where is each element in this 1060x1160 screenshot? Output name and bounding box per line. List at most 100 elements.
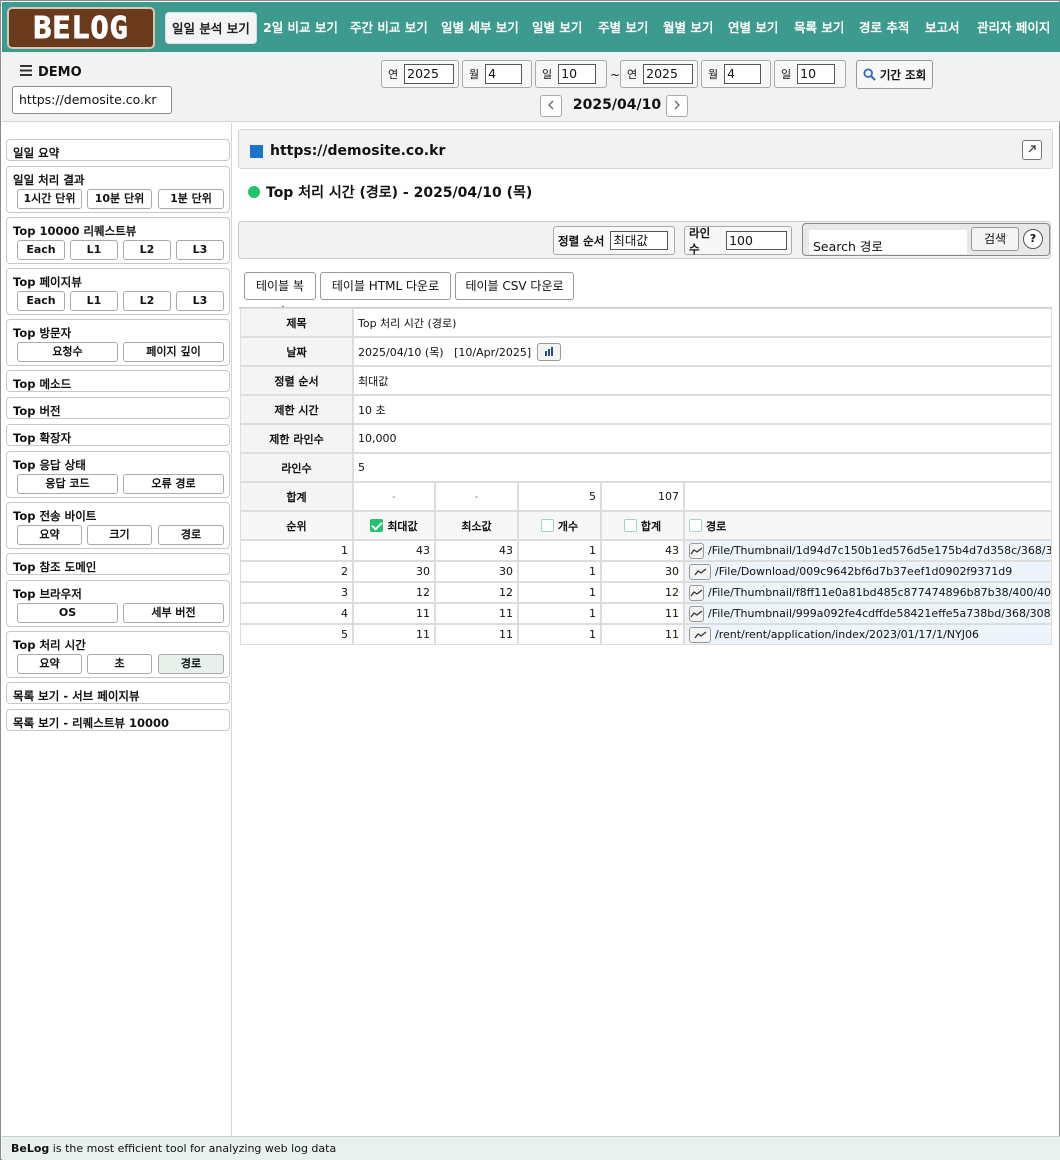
column-header-max-label: 최대값 <box>387 519 418 533</box>
count-checkbox[interactable] <box>540 519 554 532</box>
tab-daily[interactable]: 일별 보기 <box>532 12 582 44</box>
copy-table-button[interactable]: 테이블 복사 <box>244 272 316 319</box>
top-time-seconds-button[interactable]: 초 <box>87 654 152 674</box>
column-header-rank[interactable]: 순위 <box>240 511 353 540</box>
top-bytes-summary-button[interactable]: 요약 <box>17 525 82 545</box>
prev-date-button[interactable] <box>540 95 562 117</box>
path-link[interactable]: /File/Download/009c9642bf6d7b37eef1d0902… <box>715 565 1012 578</box>
download-csv-button[interactable]: 테이블 CSV 다운로드 <box>455 272 574 319</box>
tab-weekly[interactable]: 주별 보기 <box>598 12 648 44</box>
daily-chart-button[interactable] <box>537 342 562 361</box>
top-status-code-button[interactable]: 응답 코드 <box>17 474 118 494</box>
tab-monthly[interactable]: 월별 보기 <box>663 12 713 44</box>
sidebar-daily-summary[interactable]: 일일 요약 <box>6 139 230 161</box>
trend-icon <box>693 567 706 575</box>
top-pageview-l3-button[interactable]: L3 <box>176 291 224 311</box>
top-request-l2-button[interactable]: L2 <box>123 240 171 260</box>
search-input[interactable]: Search 경로 <box>809 230 967 254</box>
menu-icon[interactable] <box>20 65 32 80</box>
site-menu[interactable]: DEMO <box>20 65 82 80</box>
column-header-count[interactable]: 개수 <box>518 511 601 540</box>
top-request-each-button[interactable]: Each <box>17 240 65 260</box>
sidebar-top-extension[interactable]: Top 확장자 <box>6 424 230 446</box>
to-day-label: 일 <box>781 68 792 81</box>
daily-result-10min-button[interactable]: 10분 단위 <box>87 189 152 209</box>
top-visitor-depth-button[interactable]: 페이지 깊이 <box>123 342 224 362</box>
tab-list[interactable]: 목록 보기 <box>794 12 844 44</box>
next-date-button[interactable] <box>666 95 688 117</box>
path-checkbox[interactable] <box>689 519 702 532</box>
table-row[interactable]: 1 43 43 1 43/File/Thumbnail/1d94d7c150b1ed57… <box>240 540 1053 561</box>
top-bytes-size-button[interactable]: 크기 <box>87 525 152 545</box>
from-year-input[interactable]: 2025 <box>404 64 454 84</box>
path-chart-button[interactable] <box>689 605 704 622</box>
site-url-select[interactable]: https://demosite.co.kr <box>12 86 172 114</box>
site-title: https://demosite.co.kr <box>270 143 446 159</box>
to-day-input[interactable]: 10 <box>797 64 836 84</box>
to-month-input[interactable]: 4 <box>724 64 762 84</box>
tab-yearly[interactable]: 연별 보기 <box>728 12 778 44</box>
daily-result-1min-button[interactable]: 1분 단위 <box>158 189 224 209</box>
period-search-button[interactable]: 기간 조회 <box>856 60 933 89</box>
path-chart-button[interactable] <box>689 584 704 601</box>
top-time-summary-button[interactable]: 요약 <box>17 654 82 674</box>
max-checkbox[interactable] <box>370 519 384 532</box>
top-status-error-path-button[interactable]: 오류 경로 <box>123 474 224 494</box>
table-row[interactable]: 3 12 12 1 12/File/Thumbnail/f8ff11e0a81bd485… <box>240 582 1053 603</box>
top-browser-version-button[interactable]: 세부 버전 <box>123 603 224 623</box>
column-header-max[interactable]: 최대값 <box>353 511 435 540</box>
path-chart-button[interactable] <box>689 626 711 643</box>
top-time-path-button[interactable]: 경로 <box>158 654 224 674</box>
sidebar-top-method[interactable]: Top 메소드 <box>6 370 230 392</box>
table-row[interactable]: 5 11 11 1 11/rent/rent/application/index/202… <box>240 624 1053 645</box>
column-header-sum[interactable]: 합계 <box>601 511 684 540</box>
sidebar-top-referer[interactable]: Top 참조 도메인 <box>6 553 230 575</box>
path-link[interactable]: /rent/rent/application/index/2023/01/17/… <box>715 628 979 641</box>
from-day-group: 일 10 <box>535 60 607 88</box>
tab-weekly-compare[interactable]: 주간 비교 보기 <box>350 12 428 44</box>
top-bytes-path-button[interactable]: 경로 <box>158 525 224 545</box>
help-button[interactable]: ? <box>1023 229 1043 249</box>
tab-path-trace[interactable]: 경로 추적 <box>859 12 909 44</box>
top-visitor-requests-button[interactable]: 요청수 <box>17 342 118 362</box>
info-value: 최대값 <box>353 366 1052 395</box>
tab-daily-analysis[interactable]: 일일 분석 보기 <box>165 12 257 44</box>
line-count-input[interactable]: 100 <box>726 231 787 250</box>
sidebar-list-request[interactable]: 목록 보기 - 리퀘스트뷰 10000 <box>6 709 230 731</box>
column-header-min[interactable]: 최소값 <box>435 511 518 540</box>
top-pageview-each-button[interactable]: Each <box>17 291 65 311</box>
top-browser-os-button[interactable]: OS <box>17 603 118 623</box>
top-pageview-l1-button[interactable]: L1 <box>70 291 118 311</box>
daily-result-1hour-button[interactable]: 1시간 단위 <box>17 189 82 209</box>
line-count-label: 라인수 <box>689 225 711 256</box>
top-request-l1-button[interactable]: L1 <box>70 240 118 260</box>
tab-admin[interactable]: 관리자 페이지 <box>977 12 1050 44</box>
path-chart-button[interactable] <box>689 563 711 580</box>
external-link-button[interactable] <box>1022 140 1042 160</box>
top-pageview-l2-button[interactable]: L2 <box>123 291 171 311</box>
from-month-input[interactable]: 4 <box>485 64 523 84</box>
sum-checkbox[interactable] <box>623 519 637 532</box>
table-row[interactable]: 4 11 11 1 11/File/Thumbnail/999a092fe4cdffde… <box>240 603 1053 624</box>
sidebar-list-subpage[interactable]: 목록 보기 - 서브 페이지뷰 <box>6 682 230 704</box>
tab-2day-compare[interactable]: 2일 비교 보기 <box>263 12 338 44</box>
column-header-path[interactable]: 경로 <box>684 511 1052 540</box>
download-html-button[interactable]: 테이블 HTML 다운로드 <box>320 272 451 319</box>
path-link[interactable]: /File/Thumbnail/999a092fe4cdffde58421eff… <box>708 607 1051 620</box>
from-day-input[interactable]: 10 <box>558 64 597 84</box>
sidebar-top-version[interactable]: Top 버전 <box>6 397 230 419</box>
tab-daily-detail[interactable]: 일별 세부 보기 <box>441 12 519 44</box>
belog-logo[interactable]: BELOG <box>7 7 155 49</box>
path-chart-button[interactable] <box>689 542 704 559</box>
path-link[interactable]: /File/Thumbnail/1d94d7c150b1ed576d5e175b… <box>708 544 1051 557</box>
tab-report[interactable]: 보고서 <box>925 12 960 44</box>
info-key: 날짜 <box>240 337 353 366</box>
table-row[interactable]: 2 30 30 1 30/File/Download/009c9642bf6d7b37e… <box>240 561 1053 582</box>
path-link[interactable]: /File/Thumbnail/f8ff11e0a81bd485c8774748… <box>708 586 1051 599</box>
top-request-l3-button[interactable]: L3 <box>176 240 224 260</box>
to-year-input[interactable]: 2025 <box>643 64 693 84</box>
search-button[interactable]: 검색 <box>971 227 1019 251</box>
cell-min: 11 <box>435 603 518 624</box>
sort-order-select[interactable]: 최대값 <box>610 231 669 250</box>
sidebar-top-bytes-title: Top 전송 바이트 <box>13 509 97 523</box>
